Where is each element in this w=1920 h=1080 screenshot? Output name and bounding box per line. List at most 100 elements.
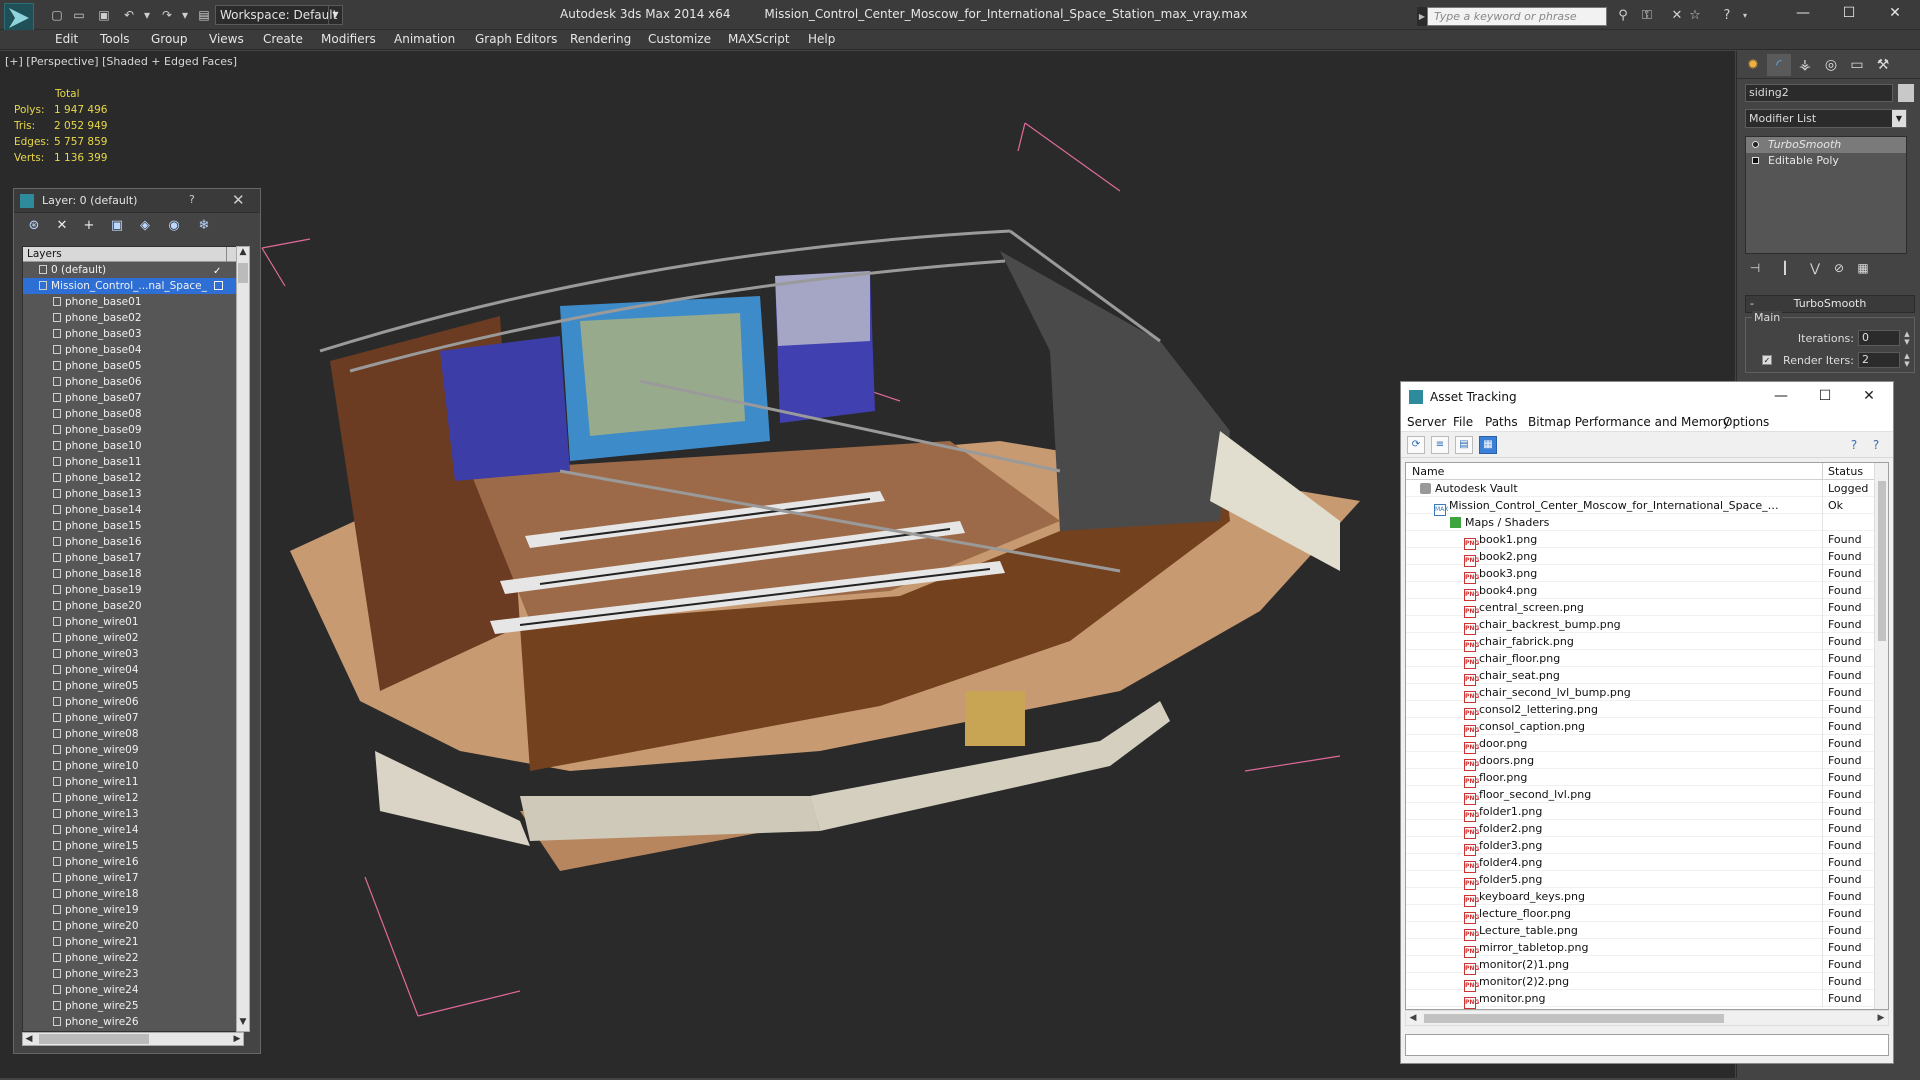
asset-path-field[interactable] [1405, 1034, 1889, 1056]
configure-sets-icon[interactable]: ▦ [1853, 261, 1873, 279]
layer-object-item[interactable]: phone_wire25 [23, 998, 243, 1014]
menu-edit[interactable]: Edit [55, 32, 78, 46]
redo-icon[interactable]: ↷ [158, 7, 176, 23]
app-menu-button[interactable] [4, 3, 34, 33]
menu-tools[interactable]: Tools [100, 32, 130, 46]
menu-animation[interactable]: Animation [394, 32, 455, 46]
scroll-left-icon[interactable]: ◀ [1406, 1011, 1420, 1025]
redo-dropdown-icon[interactable]: ▾ [176, 7, 194, 23]
asset-row[interactable]: PNGfloor.png Found [1406, 769, 1888, 788]
asset-row[interactable]: PNGcentral_screen.png Found [1406, 599, 1888, 618]
menu-options[interactable]: Options [1723, 415, 1769, 429]
layer-object-item[interactable]: phone_wire26 [23, 1014, 243, 1030]
asset-row[interactable]: PNGfloor_second_lvl.png Found [1406, 786, 1888, 805]
close-button[interactable]: ✕ [1872, 0, 1918, 28]
asset-row[interactable]: PNGchair_fabrick.png Found [1406, 633, 1888, 652]
menu-maxscript[interactable]: MAXScript [728, 32, 790, 46]
asset-row[interactable]: PNGlecture_floor.png Found [1406, 905, 1888, 924]
layer-object-item[interactable]: phone_wire03 [23, 646, 243, 662]
menu-paths[interactable]: Paths [1485, 415, 1518, 429]
freeze-all-icon[interactable]: ❄ [194, 217, 214, 235]
layer-object-item[interactable]: phone_wire24 [23, 982, 243, 998]
open-file-icon[interactable]: ▭ [70, 7, 88, 23]
layer-object-item[interactable]: phone_base09 [23, 422, 243, 438]
asset-row[interactable]: PNGmirror_tabletop.png Found [1406, 939, 1888, 958]
layer-vertical-scrollbar[interactable]: ▲ ▼ [236, 246, 250, 1032]
asset-row[interactable]: PNGchair_seat.png Found [1406, 667, 1888, 686]
layer-object-item[interactable]: phone_wire22 [23, 950, 243, 966]
close-button[interactable]: ✕ [1849, 386, 1889, 408]
spinner-icon[interactable]: ▲ ▼ [1902, 352, 1912, 368]
menu-graph-editors[interactable]: Graph Editors [475, 32, 557, 46]
asset-row[interactable]: PNGbook4.png Found [1406, 582, 1888, 601]
layer-object-item[interactable]: phone_wire06 [23, 694, 243, 710]
layer-object-item[interactable]: phone_wire12 [23, 790, 243, 806]
context-help-icon[interactable]: ? [1867, 436, 1885, 454]
layer-panel-titlebar[interactable]: Layer: 0 (default) ? ✕ [14, 189, 260, 213]
set-active-layer-box[interactable] [214, 281, 223, 290]
asset-row[interactable]: PNGfolder4.png Found [1406, 854, 1888, 873]
layer-object-item[interactable]: phone_base06 [23, 374, 243, 390]
layer-object-item[interactable]: phone_wire14 [23, 822, 243, 838]
asset-row[interactable]: PNGmonitor(2)1.png Found [1406, 956, 1888, 975]
asset-row[interactable]: PNGdoors.png Found [1406, 752, 1888, 771]
layer-object-item[interactable]: phone_base03 [23, 326, 243, 342]
asset-row[interactable]: Autodesk Vault Logged [1406, 480, 1888, 497]
layer-object-item[interactable]: phone_wire19 [23, 902, 243, 918]
layer-object-item[interactable]: phone_wire02 [23, 630, 243, 646]
col-status-header[interactable]: Status [1828, 465, 1863, 478]
layer-object-item[interactable]: phone_base02 [23, 310, 243, 326]
col-name-header[interactable]: Name [1412, 465, 1444, 478]
object-color-swatch[interactable] [1898, 84, 1914, 102]
modify-tab-icon[interactable]: ◜ [1767, 54, 1791, 76]
scroll-right-icon[interactable]: ▶ [1874, 1011, 1888, 1025]
select-objects-icon[interactable]: ▣ [107, 217, 127, 235]
expand-icon[interactable] [1752, 157, 1759, 164]
save-icon[interactable]: ▣ [95, 7, 113, 23]
undo-icon[interactable]: ↶ [120, 7, 138, 23]
layer-object-item[interactable]: phone_wire13 [23, 806, 243, 822]
new-file-icon[interactable]: ▢ [48, 7, 66, 23]
layer-horizontal-scrollbar[interactable]: ◀ ▶ [22, 1032, 244, 1046]
highlight-layer-icon[interactable]: ◈ [135, 217, 155, 235]
layer-column-header[interactable]: Layers [23, 247, 243, 262]
scroll-down-icon[interactable]: ▼ [237, 1017, 249, 1031]
asset-row[interactable]: PNGconsol_caption.png Found [1406, 718, 1888, 737]
create-layer-icon[interactable]: ⊛ [24, 217, 44, 235]
layer-object-item[interactable]: phone_base19 [23, 582, 243, 598]
delete-layer-icon[interactable]: ✕ [52, 217, 72, 235]
add-to-layer-icon[interactable]: + [79, 217, 99, 235]
iterations-input[interactable]: 0 [1858, 330, 1900, 346]
display-tab-icon[interactable]: ▭ [1845, 54, 1869, 76]
layer-object-item[interactable]: phone_base20 [23, 598, 243, 614]
asset-row[interactable]: PNGfolder1.png Found [1406, 803, 1888, 822]
table-view-icon[interactable]: ▦ [1479, 436, 1497, 454]
menu-customize[interactable]: Customize [648, 32, 711, 46]
layer-object-item[interactable]: phone_base14 [23, 502, 243, 518]
asset-row[interactable]: PNGfolder5.png Found [1406, 871, 1888, 890]
layer-item[interactable]: 0 (default) ✓ [23, 262, 243, 278]
asset-tracking-titlebar[interactable]: Asset Tracking — ☐ ✕ [1401, 382, 1893, 412]
modifier-list-dropdown[interactable]: Modifier List ▼ [1745, 109, 1907, 128]
layer-object-item[interactable]: phone_wire09 [23, 742, 243, 758]
layer-object-item[interactable]: phone_base05 [23, 358, 243, 374]
motion-tab-icon[interactable]: ◎ [1819, 54, 1843, 76]
render-iters-checkbox[interactable]: ✓ [1762, 355, 1772, 365]
asset-row[interactable]: PNGmonitor.png Found [1406, 990, 1888, 1009]
layer-object-item[interactable]: phone_wire16 [23, 854, 243, 870]
scroll-up-icon[interactable]: ▲ [237, 247, 249, 261]
layer-object-item[interactable]: phone_base07 [23, 390, 243, 406]
menu-modifiers[interactable]: Modifiers [321, 32, 376, 46]
layer-object-item[interactable]: phone_base04 [23, 342, 243, 358]
menu-rendering[interactable]: Rendering [570, 32, 631, 46]
asset-row[interactable]: PNGbook3.png Found [1406, 565, 1888, 584]
hide-all-icon[interactable]: ◉ [164, 217, 184, 235]
scroll-right-icon[interactable]: ▶ [231, 1033, 243, 1045]
layer-object-item[interactable]: phone_wire01 [23, 614, 243, 630]
help-icon[interactable]: ? [1718, 8, 1736, 24]
asset-row[interactable]: PNGLecture_table.png Found [1406, 922, 1888, 941]
asset-row[interactable]: PNGfolder3.png Found [1406, 837, 1888, 856]
layer-object-item[interactable]: phone_wire05 [23, 678, 243, 694]
key-icon[interactable]: ⚿ [1638, 8, 1656, 24]
scroll-left-icon[interactable]: ◀ [23, 1033, 35, 1045]
